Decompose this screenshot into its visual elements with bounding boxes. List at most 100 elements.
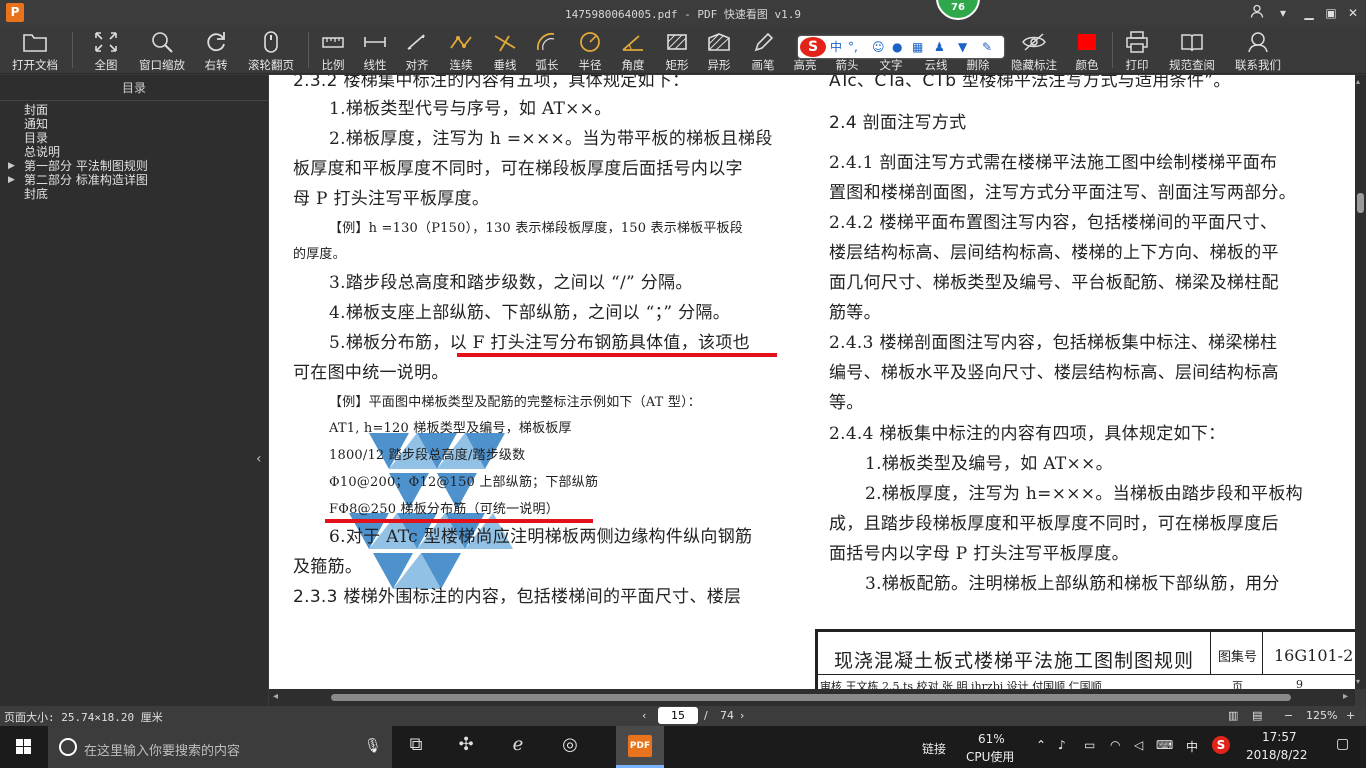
app-icon[interactable]: ◎ (550, 734, 590, 760)
volume-icon[interactable]: ◁ (1134, 738, 1143, 752)
text-line: 【例】h =130（P150），130 表示梯段板厚度，150 表示梯板平板段 (329, 221, 743, 236)
outline-item[interactable]: 封面 (0, 103, 268, 117)
sogou-tray-icon[interactable]: S (1212, 736, 1230, 754)
fit-all-button[interactable]: 全图 (84, 26, 128, 74)
polygon-button[interactable]: 异形 (702, 26, 736, 74)
ime-punctuation[interactable]: °, (848, 38, 858, 56)
radius-label: 半径 (578, 58, 602, 72)
zoom-in-button[interactable]: + (1346, 709, 1355, 722)
two-page-view-icon[interactable]: ▥ (1228, 709, 1238, 722)
title-bar: P 1475980064005.pdf - PDF 快速看图 v1.9 76 ▾… (0, 0, 1366, 26)
next-page-icon[interactable]: › (740, 709, 744, 722)
title-block-divider (1262, 632, 1263, 674)
pdf-viewer-taskbar-button[interactable]: PDF (616, 726, 664, 768)
outline-item[interactable]: 目录 (0, 131, 268, 145)
page-number-input[interactable]: 15 (658, 707, 698, 724)
open-document-button[interactable]: 打开文档 (6, 26, 64, 74)
document-viewport[interactable]: 2.3.2 楼梯集中标注的内容有五项，具体规定如下： 1.梯板类型代号与序号，如… (269, 75, 1366, 706)
text-line: Φ10@200；Φ12@150 上部纵筋；下部纵筋 (329, 475, 599, 490)
fan-app-icon[interactable]: ✣ (446, 734, 486, 760)
keyboard-icon[interactable]: ▦ (912, 38, 923, 56)
title-block-title: 现浇混凝土板式楼梯平法施工图制图规则 (834, 650, 1195, 672)
zoom-out-button[interactable]: − (1284, 709, 1293, 722)
wrench-icon[interactable]: ✎ (982, 38, 992, 56)
outline-item[interactable]: 通知 (0, 117, 268, 131)
scroll-left-icon[interactable]: ◂ (273, 691, 278, 702)
tray-expand-icon[interactable]: ⌃ (1036, 738, 1046, 752)
user-icon[interactable] (1248, 4, 1266, 22)
taskbar-search[interactable]: 在这里输入你要搜索的内容 🎙 (48, 726, 392, 768)
pen-icon (746, 30, 780, 58)
skin-icon[interactable]: ▼ (958, 38, 967, 56)
microphone-icon[interactable]: ● (892, 38, 902, 56)
continuous-measure-icon (442, 30, 480, 58)
outline-item[interactable]: ▶ 第一部分 平法制图规则 (0, 159, 268, 173)
keyboard-icon[interactable]: ⌨ (1156, 738, 1173, 752)
angle-button[interactable]: 角度 (616, 26, 650, 74)
contact-button[interactable]: 联系我们 (1230, 26, 1286, 74)
rotate-right-button[interactable]: 右转 (196, 26, 236, 74)
zoom-window-button[interactable]: 窗口缩放 (134, 26, 190, 74)
standards-button[interactable]: 规范查阅 (1164, 26, 1220, 74)
collapse-sidebar-icon[interactable]: ‹ (256, 451, 262, 467)
text-line: 3.梯板配筋。注明梯板上部纵筋和梯板下部纵筋，用分 (865, 574, 1280, 594)
linear-measure-button[interactable]: 线性 (358, 26, 392, 74)
aligned-measure-button[interactable]: 对齐 (400, 26, 434, 74)
arc-length-button[interactable]: 弧长 (530, 26, 564, 74)
input-language[interactable]: 中 (1186, 738, 1198, 755)
outline-item[interactable]: 封底 (0, 187, 268, 201)
expand-arrow-icon[interactable]: ▶ (8, 159, 15, 173)
ime-mode[interactable]: 中 (830, 38, 842, 56)
color-button[interactable]: 颜色 (1070, 26, 1104, 74)
text-line: FΦ8@250 梯板分布筋（可统一说明） (329, 502, 559, 517)
red-underline-markup[interactable] (457, 353, 777, 357)
clock-date[interactable]: 2018/8/22 (1246, 748, 1308, 762)
continuous-measure-button[interactable]: 连续 (442, 26, 480, 74)
horizontal-scroll-thumb[interactable] (331, 694, 1291, 701)
perpendicular-button[interactable]: 垂线 (488, 26, 522, 74)
action-center-icon[interactable]: ▢ (1336, 736, 1356, 756)
previous-page-icon[interactable]: ‹ (642, 709, 646, 722)
text-line: 及箍筋。 (293, 557, 363, 577)
ie-browser-icon[interactable]: ℯ (498, 734, 538, 760)
outline-item[interactable]: ▶ 第二部分 标准构造详图 (0, 173, 268, 187)
start-button[interactable] (0, 726, 48, 768)
title-block-signatures: 审核 王文栋 2.5.ts 校对 张 明 ihrzbj 设计 付国顺 仁国顺 页… (818, 674, 1355, 689)
hide-markup-button[interactable]: 隐藏标注 (1006, 26, 1062, 74)
open-document-label: 打开文档 (12, 58, 58, 72)
scroll-up-icon[interactable]: ▴ (1356, 77, 1360, 86)
outline-item[interactable]: 总说明 (0, 145, 268, 159)
text-line: 3.踏步段总高度和踏步级数，之间以 “/” 分隔。 (329, 273, 693, 293)
scroll-right-icon[interactable]: ▸ (1343, 691, 1348, 702)
task-view-icon[interactable]: ⧉ (396, 734, 436, 760)
close-button[interactable]: ✕ (1344, 4, 1362, 22)
vertical-scroll-thumb[interactable] (1357, 193, 1364, 213)
toolbar-divider (308, 32, 309, 68)
emoji-icon[interactable]: ☺ (872, 38, 885, 56)
hide-markup-label: 隐藏标注 (1011, 58, 1057, 72)
horizontal-scrollbar[interactable]: ◂ ▸ (269, 689, 1355, 706)
expand-arrow-icon[interactable]: ▶ (8, 173, 15, 187)
maximize-button[interactable]: ▣ (1322, 4, 1340, 22)
wifi-icon[interactable]: ◠ (1110, 738, 1120, 752)
ime-toolbar[interactable]: S 中 °, ☺ ● ▦ ♟ ▼ ✎ (798, 36, 1004, 58)
menu-icon[interactable]: ▾ (1274, 4, 1292, 22)
print-button[interactable]: 打印 (1120, 26, 1154, 74)
notification-bell-icon[interactable]: ♪ (1058, 738, 1066, 752)
minimize-button[interactable]: ▁ (1300, 4, 1318, 22)
single-page-view-icon[interactable]: ▤ (1252, 709, 1262, 722)
battery-icon[interactable]: ▭ (1084, 738, 1095, 752)
radius-button[interactable]: 半径 (572, 26, 608, 74)
wheel-page-button[interactable]: 滚轮翻页 (242, 26, 300, 74)
link-label[interactable]: 链接 (922, 740, 946, 757)
pen-button[interactable]: 画笔 (746, 26, 780, 74)
scroll-down-icon[interactable]: ▾ (1356, 677, 1360, 686)
standards-book-icon (1164, 30, 1220, 58)
scale-button[interactable]: 比例 (316, 26, 350, 74)
red-underline-markup[interactable] (325, 519, 593, 523)
user-settings-icon[interactable]: ♟ (934, 38, 945, 56)
vertical-scrollbar[interactable]: ▴ ▾ (1355, 75, 1366, 689)
rectangle-button[interactable]: 矩形 (660, 26, 694, 74)
clock-time[interactable]: 17:57 (1262, 730, 1297, 744)
microphone-icon[interactable]: 🎙 (364, 738, 382, 754)
